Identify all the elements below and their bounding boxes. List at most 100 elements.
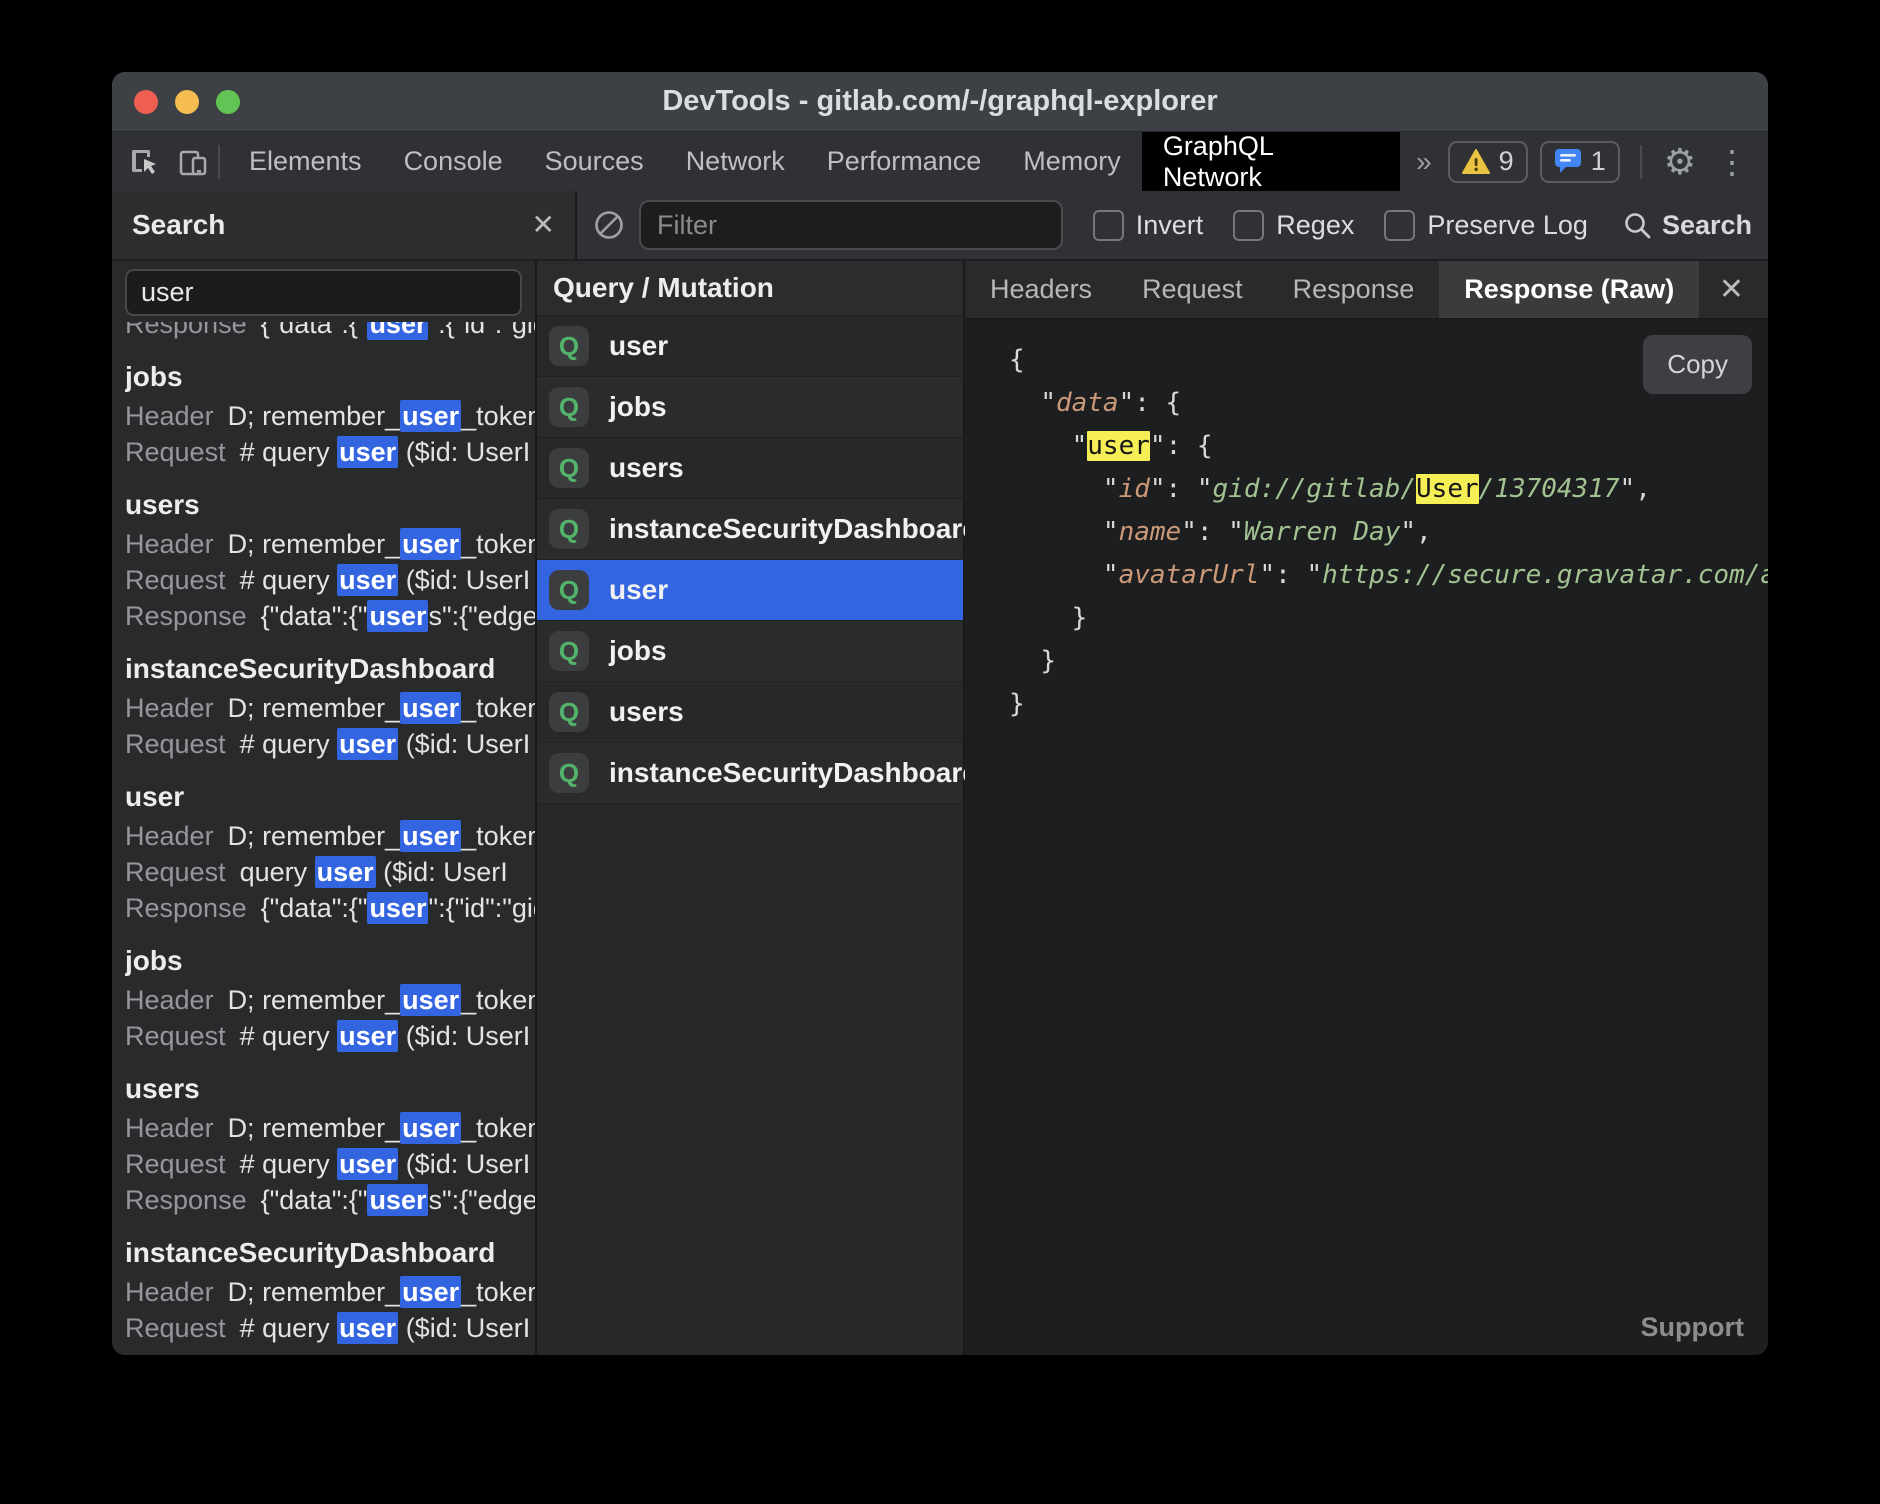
- query-list-item[interactable]: Qusers: [537, 682, 963, 743]
- search-result-line[interactable]: HeaderD; remember_user_token=e: [125, 1274, 535, 1310]
- result-line-label: Response: [125, 322, 247, 339]
- subtab-headers[interactable]: Headers: [965, 261, 1117, 318]
- network-filter-bar: Invert Regex Preserve Log Search: [577, 191, 1768, 259]
- search-panel-header: Search ✕: [112, 191, 577, 259]
- device-toolbar-icon[interactable]: [176, 145, 210, 179]
- json-token: name: [1119, 517, 1182, 547]
- json-indent: [1009, 431, 1072, 461]
- result-section-title: users: [125, 484, 535, 526]
- result-text: ($id: UserI: [398, 1149, 530, 1179]
- more-tabs-chevron[interactable]: »: [1400, 146, 1448, 178]
- kebab-menu-icon[interactable]: ⋮: [1710, 146, 1768, 178]
- search-result-line[interactable]: HeaderD; remember_user_token=e: [125, 526, 535, 562]
- query-list-item[interactable]: QinstanceSecurityDashboard: [537, 743, 963, 804]
- query-list: QuserQjobsQusersQinstanceSecurityDashboa…: [537, 316, 963, 1355]
- close-window-button[interactable]: [134, 90, 158, 114]
- json-token: ": [1119, 388, 1135, 418]
- copy-button[interactable]: Copy: [1643, 335, 1752, 394]
- search-result-line[interactable]: Request# query user ($id: UserI: [125, 1018, 535, 1054]
- settings-gear-icon[interactable]: ⚙: [1650, 144, 1710, 180]
- json-token: https://secure.gravatar.com/avatar: [1322, 560, 1768, 590]
- search-result-line[interactable]: Response{"data":{"users":{"edges: [125, 598, 535, 634]
- checkbox-box[interactable]: [1384, 210, 1415, 241]
- checkbox-invert[interactable]: Invert: [1093, 210, 1204, 241]
- query-list-header: Query / Mutation: [537, 261, 963, 316]
- json-token: ": [1197, 474, 1213, 504]
- close-detail-icon[interactable]: ✕: [1719, 261, 1768, 318]
- query-type-badge: Q: [549, 509, 589, 549]
- tab-console[interactable]: Console: [383, 132, 524, 191]
- result-text: # query: [240, 437, 338, 467]
- inspect-element-icon[interactable]: [128, 145, 162, 179]
- search-result-line[interactable]: HeaderD; remember_user_token=e: [125, 398, 535, 434]
- subtab-response-raw-[interactable]: Response (Raw): [1439, 261, 1699, 318]
- json-token: ": [1150, 474, 1166, 504]
- search-result-line[interactable]: Requestquery user ($id: UserI: [125, 854, 535, 890]
- query-list-item[interactable]: Quser: [537, 316, 963, 377]
- search-result-line[interactable]: Request# query user ($id: UserI: [125, 726, 535, 762]
- checkbox-box[interactable]: [1093, 210, 1124, 241]
- result-text: s":{"edges: [428, 601, 535, 631]
- query-list-item[interactable]: Qjobs: [537, 621, 963, 682]
- result-line-label: Header: [125, 529, 214, 559]
- warnings-badge[interactable]: 9: [1448, 141, 1528, 183]
- search-result-line[interactable]: HeaderD; remember_user_token=e: [125, 690, 535, 726]
- search-result-line[interactable]: HeaderD; remember_user_token=e: [125, 1110, 535, 1146]
- search-match-highlight: user: [337, 1148, 398, 1180]
- minimize-window-button[interactable]: [175, 90, 199, 114]
- result-text: {"data":{": [261, 601, 368, 631]
- warning-icon: [1462, 149, 1490, 175]
- search-result-line[interactable]: Response{"data":{"user":{"id":"gid: [125, 890, 535, 926]
- tab-elements[interactable]: Elements: [228, 132, 383, 191]
- checkbox-label: Preserve Log: [1427, 210, 1588, 241]
- result-text: query: [240, 857, 315, 887]
- devtools-tabs: ElementsConsoleSourcesNetworkPerformance…: [228, 132, 1400, 191]
- tab-sources[interactable]: Sources: [524, 132, 665, 191]
- search-result-line[interactable]: HeaderD; remember_user_token=e: [125, 982, 535, 1018]
- issues-badge[interactable]: 1: [1540, 141, 1620, 183]
- search-match-highlight: user: [337, 564, 398, 596]
- search-result-line[interactable]: Request# query user ($id: UserI: [125, 1310, 535, 1346]
- filter-input[interactable]: [639, 200, 1063, 250]
- checkbox-box[interactable]: [1233, 210, 1264, 241]
- result-section-title: instanceSecurityDashboard: [125, 648, 535, 690]
- json-token: }: [1009, 689, 1025, 719]
- tab-memory[interactable]: Memory: [1002, 132, 1142, 191]
- search-result-line[interactable]: Request# query user ($id: UserI: [125, 1146, 535, 1182]
- search-result-line[interactable]: Response{"data":{"users":{"edges: [125, 1182, 535, 1218]
- json-token: ": [1040, 388, 1056, 418]
- search-match-highlight: user: [367, 322, 428, 340]
- subtab-request[interactable]: Request: [1117, 261, 1268, 318]
- toolbar-separator: [218, 145, 220, 179]
- message-icon: [1554, 148, 1582, 175]
- result-line-label: Request: [125, 1021, 226, 1051]
- zoom-window-button[interactable]: [216, 90, 240, 114]
- search-result-line[interactable]: Response{"data":{"user":{"id":"gid: [125, 322, 535, 342]
- support-link[interactable]: Support: [1641, 1312, 1744, 1343]
- query-list-item-selected[interactable]: Quser: [537, 560, 963, 621]
- tab-performance[interactable]: Performance: [806, 132, 1003, 191]
- search-input[interactable]: [125, 269, 522, 316]
- search-toggle[interactable]: Search: [1622, 210, 1752, 241]
- json-indent: [1009, 517, 1103, 547]
- checkbox-preserve-log[interactable]: Preserve Log: [1384, 210, 1588, 241]
- query-list-item[interactable]: QinstanceSecurityDashboard: [537, 499, 963, 560]
- query-list-item[interactable]: Qusers: [537, 438, 963, 499]
- search-result-line[interactable]: Request# query user ($id: UserI: [125, 434, 535, 470]
- json-token: ,: [1635, 474, 1651, 504]
- tab-network[interactable]: Network: [665, 132, 806, 191]
- search-match-highlight: user: [400, 400, 461, 432]
- search-result-line[interactable]: HeaderD; remember_user_token=e: [125, 818, 535, 854]
- close-search-icon[interactable]: ✕: [532, 211, 555, 239]
- query-type-badge: Q: [549, 448, 589, 488]
- subtab-response[interactable]: Response: [1268, 261, 1440, 318]
- search-result-line[interactable]: Request# query user ($id: UserI: [125, 562, 535, 598]
- clear-log-icon[interactable]: [593, 209, 625, 241]
- query-list-item[interactable]: Qjobs: [537, 377, 963, 438]
- tab-graphql-network[interactable]: GraphQL Network: [1142, 132, 1400, 191]
- checkbox-regex[interactable]: Regex: [1233, 210, 1354, 241]
- result-text: # query: [240, 1021, 338, 1051]
- json-line: "user": {: [1009, 425, 1768, 468]
- json-line: }: [1009, 597, 1768, 640]
- toolbar-icons: [112, 145, 210, 179]
